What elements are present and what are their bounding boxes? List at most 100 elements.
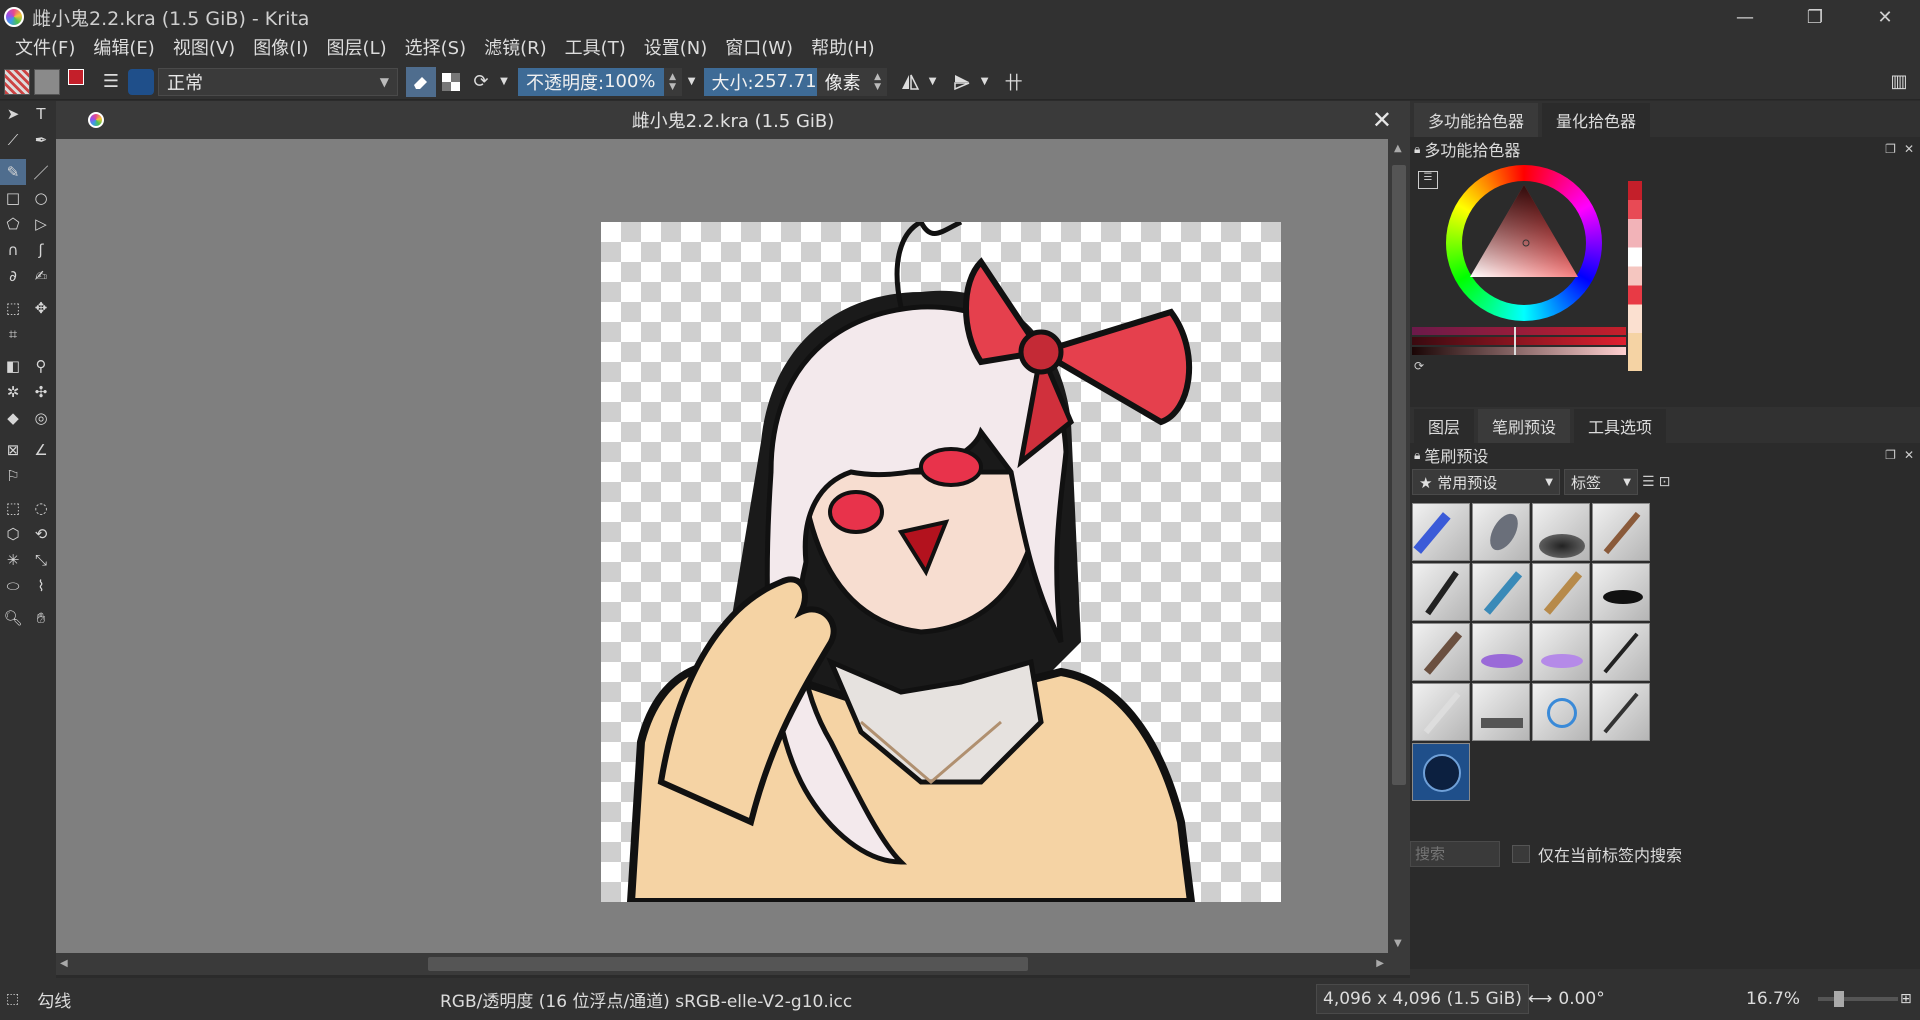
menu-select[interactable]: 选择(S) xyxy=(396,34,475,64)
horizontal-scroll-thumb[interactable] xyxy=(428,957,1028,971)
refresh-icon[interactable]: ⟳ xyxy=(1414,359,1424,373)
brush-preset-icon[interactable] xyxy=(128,68,154,95)
ellipse-tool-icon[interactable]: ○ xyxy=(28,185,54,211)
bezier-tool-icon[interactable]: ∩ xyxy=(0,237,26,263)
magnetic-select-icon[interactable]: ⌇ xyxy=(28,573,54,599)
brush-preset-item[interactable] xyxy=(1592,623,1650,681)
color-history-strip[interactable] xyxy=(1628,181,1642,371)
menu-file[interactable]: 文件(F) xyxy=(6,34,84,64)
brush-preset-item[interactable] xyxy=(1412,503,1470,561)
polygon-select-icon[interactable]: ⬡ xyxy=(0,521,26,547)
fg-bg-color-icon[interactable] xyxy=(66,67,96,97)
tab-palette-color-selector[interactable]: 量化拾色器 xyxy=(1542,103,1651,137)
preset-filter-select[interactable]: ★ 常用预设 ▼ xyxy=(1412,469,1560,495)
minimize-button[interactable]: — xyxy=(1710,0,1780,34)
ellipse-select-icon[interactable]: ◌ xyxy=(28,495,54,521)
image-size-info[interactable]: 4,096 x 4,096 (1.5 GiB) xyxy=(1316,984,1529,1014)
chevron-down-icon[interactable]: ▼ xyxy=(496,67,512,97)
transform-tool-icon[interactable]: ⬚ xyxy=(0,295,26,321)
tab-brush-presets[interactable]: 笔刷预设 xyxy=(1478,409,1571,443)
size-spinbox[interactable]: 大小: 257.71 像素 ▲ ▼ xyxy=(703,67,887,96)
canvas[interactable] xyxy=(56,139,1388,953)
menu-layer[interactable]: 图层(L) xyxy=(318,34,396,64)
brush-preset-item[interactable] xyxy=(1472,503,1530,561)
brush-preset-item[interactable] xyxy=(1592,563,1650,621)
dynamic-brush-icon[interactable]: ∂ xyxy=(0,263,26,289)
search-in-tag-checkbox[interactable] xyxy=(1512,845,1530,863)
move-tool-icon[interactable]: ✥ xyxy=(28,295,54,321)
menu-edit[interactable]: 编辑(E) xyxy=(84,34,163,64)
select-shape-icon[interactable]: ➤ xyxy=(0,101,26,127)
polyline-tool-icon[interactable]: ▷ xyxy=(28,211,54,237)
brush-preset-item[interactable] xyxy=(1592,683,1650,741)
colorize-mask-icon[interactable]: ✣ xyxy=(28,379,54,405)
saturation-slider[interactable] xyxy=(1412,337,1626,345)
edit-shape-icon[interactable]: ⟋ xyxy=(0,127,26,153)
close-button[interactable]: ✕ xyxy=(1850,0,1920,34)
color-settings-icon[interactable]: ☰ xyxy=(1418,171,1438,189)
pattern-swatch[interactable] xyxy=(34,68,60,95)
value-slider[interactable] xyxy=(1412,347,1626,355)
brush-preset-item[interactable] xyxy=(1532,563,1590,621)
polygon-tool-icon[interactable]: ⬠ xyxy=(0,211,26,237)
calligraphy-icon[interactable]: ✒ xyxy=(28,127,54,153)
lock-icon[interactable]: 🔒︎ xyxy=(1414,142,1420,157)
hue-slider[interactable] xyxy=(1412,327,1626,335)
close-panel-icon[interactable]: ✕ xyxy=(1904,448,1914,462)
color-picker-icon[interactable]: ⚲ xyxy=(28,353,54,379)
fill-tool-icon[interactable]: ◆ xyxy=(0,405,26,431)
brush-preset-item[interactable] xyxy=(1412,623,1470,681)
size-stepper[interactable]: ▲ ▼ xyxy=(868,67,887,96)
tab-advanced-color-selector[interactable]: 多功能拾色器 xyxy=(1414,103,1539,137)
menu-help[interactable]: 帮助(H) xyxy=(802,34,884,64)
selection-icon[interactable]: ⬚ xyxy=(6,991,19,1007)
gradient-swatch[interactable] xyxy=(4,68,30,95)
color-triangle[interactable] xyxy=(1462,181,1586,305)
brush-preset-item[interactable] xyxy=(1472,563,1530,621)
brush-preset-item[interactable] xyxy=(1472,623,1530,681)
brush-preset-item-selected[interactable] xyxy=(1412,743,1470,801)
freehand-brush-icon[interactable]: ✎ xyxy=(0,159,26,185)
preserve-alpha-icon[interactable] xyxy=(436,67,466,97)
text-tool-icon[interactable]: T xyxy=(28,101,54,127)
rect-select-icon[interactable]: ⬚ xyxy=(0,495,26,521)
fit-view-icon[interactable]: ⊞ xyxy=(1900,991,1912,1007)
panel-layout-icon[interactable]: ▥ xyxy=(1884,67,1914,97)
enclose-fill-icon[interactable]: ◎ xyxy=(28,405,54,431)
menu-image[interactable]: 图像(I) xyxy=(244,34,317,64)
menu-settings[interactable]: 设置(N) xyxy=(635,34,717,64)
brush-preset-item[interactable] xyxy=(1412,683,1470,741)
freehand-path-icon[interactable]: ʃ xyxy=(28,237,54,263)
mirror-horizontal-icon[interactable] xyxy=(895,67,925,97)
measure-tool-icon[interactable]: ∠ xyxy=(28,437,54,463)
opacity-stepper[interactable]: ▲ ▼ xyxy=(663,67,682,96)
menu-view[interactable]: 视图(V) xyxy=(164,34,244,64)
menu-window[interactable]: 窗口(W) xyxy=(716,34,802,64)
line-tool-icon[interactable]: ／ xyxy=(28,159,54,185)
contiguous-select-icon[interactable]: ✳ xyxy=(0,547,26,573)
tab-tool-options[interactable]: 工具选项 xyxy=(1574,409,1667,443)
chevron-down-icon[interactable]: ▼ xyxy=(925,67,941,97)
chevron-down-icon[interactable]: ▼ xyxy=(977,67,993,97)
zoom-slider-handle[interactable] xyxy=(1834,991,1844,1007)
gradient-tool-icon[interactable]: ◧ xyxy=(0,353,26,379)
brush-preset-item[interactable] xyxy=(1412,563,1470,621)
horizontal-scrollbar[interactable]: ◀ ▶ xyxy=(56,953,1410,975)
close-panel-icon[interactable]: ✕ xyxy=(1904,142,1914,156)
float-panel-icon[interactable]: ❐ xyxy=(1885,448,1896,462)
crop-tool-icon[interactable]: ⌗ xyxy=(0,321,26,347)
freehand-select-icon[interactable]: ⟲ xyxy=(28,521,54,547)
rotation-icon[interactable]: ⟷ xyxy=(1528,989,1552,1009)
multibrush-icon[interactable]: ✍ xyxy=(28,263,54,289)
rectangle-tool-icon[interactable]: □ xyxy=(0,185,26,211)
float-panel-icon[interactable]: ❐ xyxy=(1885,142,1896,156)
vertical-scrollbar[interactable]: ▲ ▼ xyxy=(1388,139,1410,953)
similar-select-icon[interactable]: ⤡ xyxy=(28,547,54,573)
wrap-around-icon[interactable]: 卄 xyxy=(999,67,1029,97)
mirror-vertical-icon[interactable] xyxy=(947,67,977,97)
pan-tool-icon[interactable]: ✋︎ xyxy=(28,605,54,631)
menu-filter[interactable]: 滤镜(R) xyxy=(475,34,556,64)
chevron-down-icon[interactable]: ▼ xyxy=(682,67,702,97)
brush-search-input[interactable] xyxy=(1410,841,1500,867)
brush-preset-item[interactable] xyxy=(1532,683,1590,741)
